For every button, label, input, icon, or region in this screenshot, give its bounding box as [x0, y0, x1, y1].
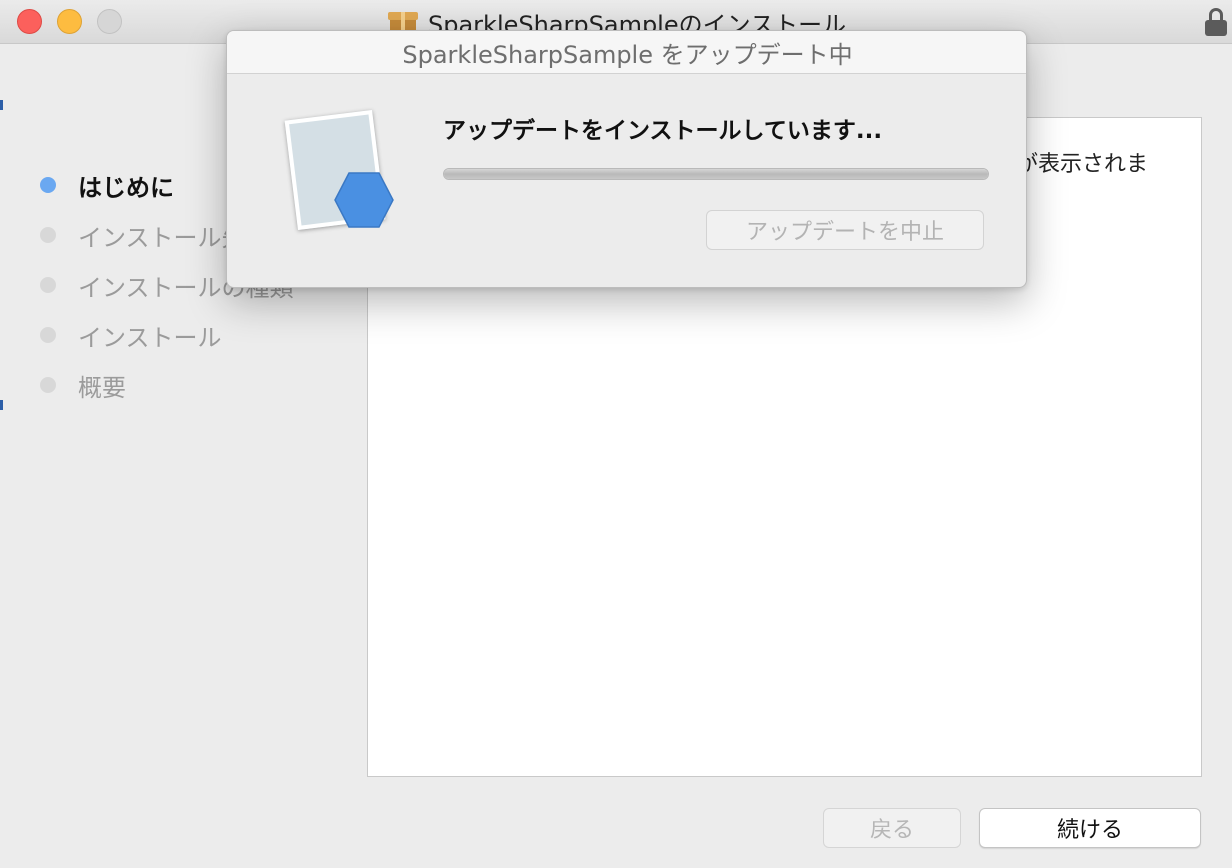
- app-document-icon: [284, 109, 397, 234]
- step-label: インストール: [78, 323, 222, 352]
- progress-fill: [444, 169, 988, 179]
- update-progress-bar: [443, 168, 989, 180]
- content-text: が表示されま: [1016, 152, 1149, 177]
- continue-button[interactable]: 続ける: [979, 808, 1201, 848]
- close-window-button[interactable]: [17, 9, 42, 34]
- step-label: インストール先: [78, 223, 246, 252]
- minimize-window-button[interactable]: [57, 9, 82, 34]
- zoom-window-button[interactable]: [97, 9, 122, 34]
- step-indicator-dot: [40, 227, 56, 243]
- lock-icon[interactable]: [1205, 8, 1227, 36]
- step-indicator-dot: [40, 327, 56, 343]
- installer-window: SparkleSharpSampleのインストール はじめに インストール先 イ…: [0, 0, 1232, 868]
- cancel-update-button[interactable]: アップデートを中止: [706, 210, 984, 250]
- update-status-heading: アップデートをインストールしています...: [443, 118, 883, 144]
- step-indicator-dot: [40, 277, 56, 293]
- dialog-titlebar: SparkleSharpSample をアップデート中: [227, 31, 1026, 74]
- update-dialog: SparkleSharpSample をアップデート中 アップデートをインストー…: [226, 30, 1027, 288]
- step-label: はじめに: [78, 173, 174, 202]
- hexagon-icon: [334, 172, 394, 228]
- step-indicator-dot: [40, 177, 56, 193]
- dialog-title: SparkleSharpSample をアップデート中: [402, 40, 853, 69]
- step-installation: インストール: [40, 310, 294, 360]
- step-summary: 概要: [40, 360, 294, 410]
- step-label: 概要: [78, 373, 126, 402]
- step-indicator-dot: [40, 377, 56, 393]
- background-edge-mark: [0, 400, 3, 410]
- background-edge-mark: [0, 100, 3, 110]
- back-button[interactable]: 戻る: [823, 808, 961, 848]
